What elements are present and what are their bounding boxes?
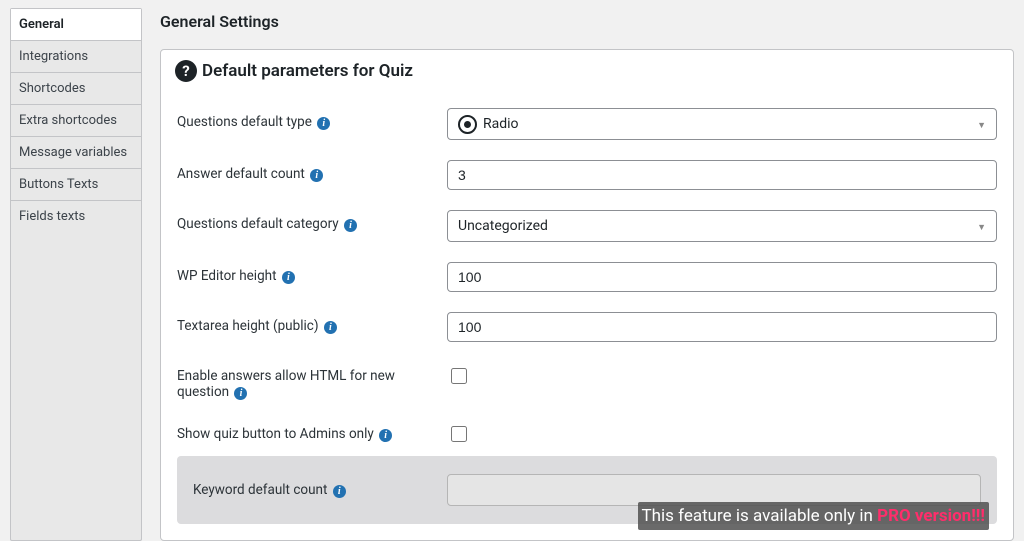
sidebar-item-fields-texts[interactable]: Fields texts — [11, 201, 141, 232]
sidebar-item-shortcodes[interactable]: Shortcodes — [11, 73, 141, 105]
chevron-down-icon: ▼ — [977, 120, 986, 131]
input-answer-default-count[interactable] — [447, 160, 997, 190]
label-questions-default-category: Questions default category i — [177, 210, 447, 232]
help-icon[interactable]: ? — [175, 60, 197, 82]
select-questions-default-category[interactable]: Uncategorized ▼ — [447, 210, 997, 242]
chevron-down-icon: ▼ — [977, 222, 986, 233]
label-wp-editor-height: WP Editor height i — [177, 262, 447, 284]
checkbox-show-quiz-admins-only[interactable] — [451, 426, 467, 442]
checkbox-enable-answers-html[interactable] — [451, 368, 467, 384]
select-questions-default-type[interactable]: Radio ▼ — [447, 108, 997, 140]
info-icon[interactable]: i — [310, 169, 323, 182]
settings-main: General Settings ? Default parameters fo… — [160, 8, 1014, 541]
input-wp-editor-height[interactable] — [447, 262, 997, 292]
info-icon[interactable]: i — [379, 429, 392, 442]
panel-legend: ? Default parameters for Quiz — [161, 50, 1013, 90]
pro-notice: This feature is available only in PRO ve… — [638, 502, 989, 530]
label-questions-default-type: Questions default type i — [177, 108, 447, 130]
info-icon[interactable]: i — [344, 219, 357, 232]
info-icon[interactable]: i — [234, 387, 247, 400]
label-keyword-default-count: Keyword default count i — [193, 482, 447, 498]
radio-icon — [458, 115, 477, 134]
pro-feature-block: Keyword default count i This feature is … — [177, 456, 997, 524]
sidebar-item-general[interactable]: General — [11, 9, 141, 41]
sidebar-item-buttons-texts[interactable]: Buttons Texts — [11, 169, 141, 201]
label-answer-default-count: Answer default count i — [177, 160, 447, 182]
info-icon[interactable]: i — [333, 485, 346, 498]
page-title: General Settings — [160, 12, 1014, 31]
label-show-quiz-admins-only: Show quiz button to Admins only i — [177, 420, 447, 442]
defaults-panel: ? Default parameters for Quiz Questions … — [160, 49, 1014, 541]
sidebar-item-extra-shortcodes[interactable]: Extra shortcodes — [11, 105, 141, 137]
sidebar-item-integrations[interactable]: Integrations — [11, 41, 141, 73]
label-textarea-height: Textarea height (public) i — [177, 312, 447, 334]
info-icon[interactable]: i — [317, 117, 330, 130]
panel-title: Default parameters for Quiz — [202, 61, 413, 81]
label-enable-answers-html: Enable answers allow HTML for new questi… — [177, 362, 447, 400]
info-icon[interactable]: i — [282, 271, 295, 284]
sidebar-item-message-variables[interactable]: Message variables — [11, 137, 141, 169]
settings-sidebar: General Integrations Shortcodes Extra sh… — [10, 8, 142, 541]
input-textarea-height[interactable] — [447, 312, 997, 342]
info-icon[interactable]: i — [324, 321, 337, 334]
